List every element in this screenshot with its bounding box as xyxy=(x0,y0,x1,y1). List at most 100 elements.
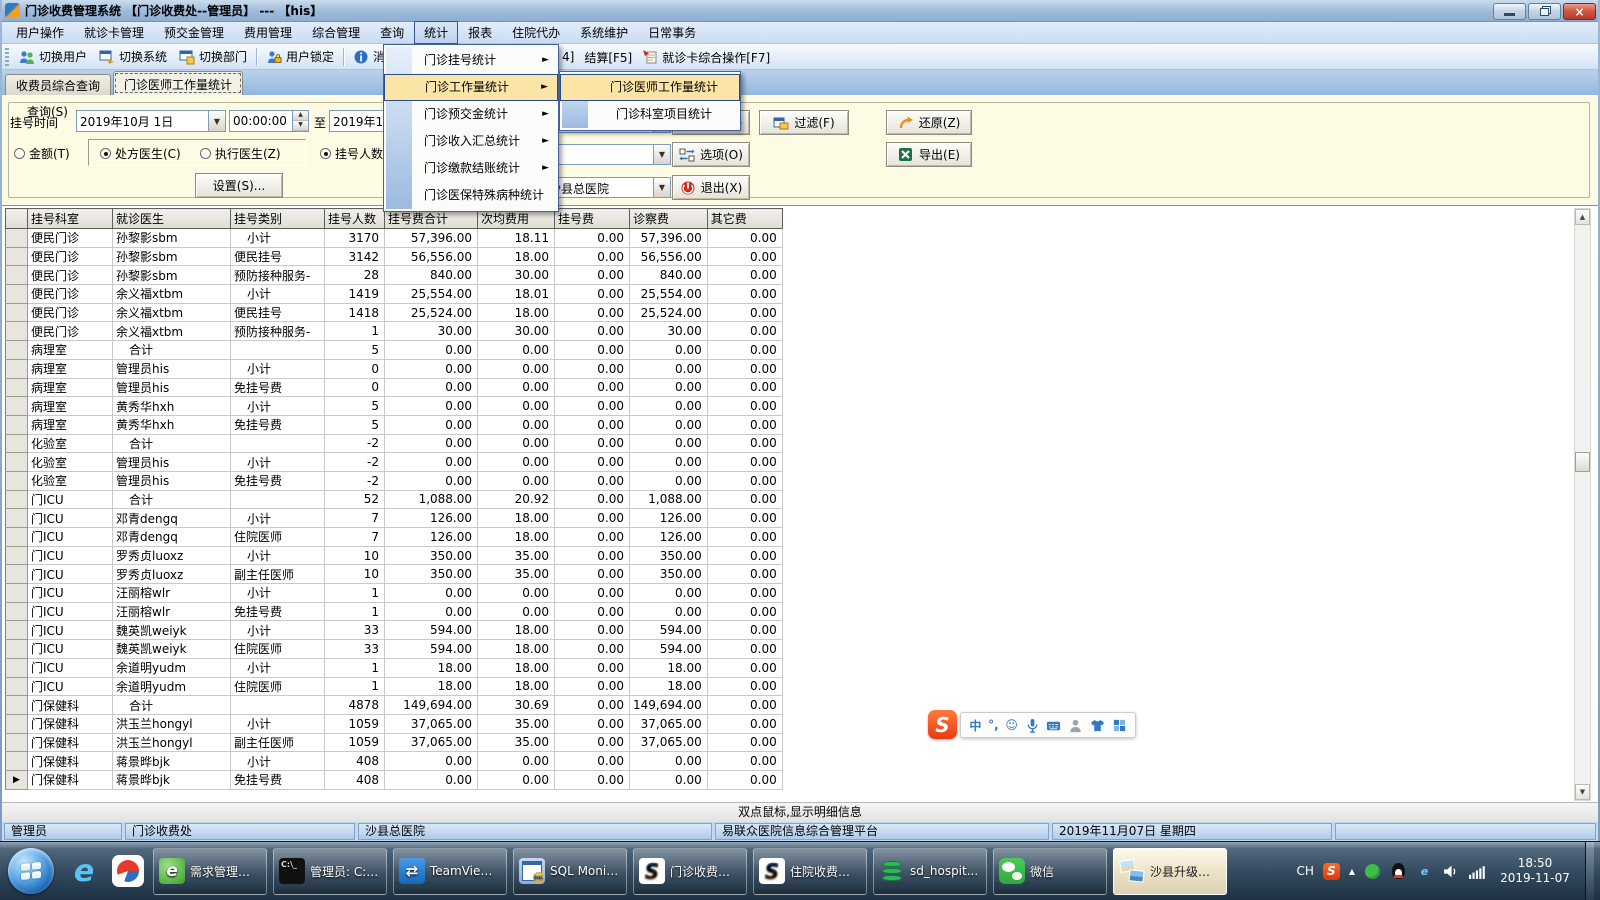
grid-cell[interactable]: 0.00 xyxy=(554,247,630,267)
grid-cell[interactable]: 化验室 xyxy=(27,452,113,472)
grid-cell[interactable]: 门ICU xyxy=(27,490,113,510)
grid-cell[interactable]: 3142 xyxy=(324,247,385,267)
grid-cell[interactable]: 0.00 xyxy=(707,770,783,790)
grid-cell[interactable]: 罗秀贞luoxz xyxy=(112,546,231,566)
grid-cell[interactable]: 25,524.00 xyxy=(384,303,478,323)
grid-cell[interactable]: 免挂号费 xyxy=(230,471,325,491)
grid-cell[interactable]: 0.00 xyxy=(477,770,555,790)
grid-cell[interactable]: 0.00 xyxy=(384,359,478,379)
grid-cell[interactable]: 1418 xyxy=(324,303,385,323)
grid-cell[interactable]: 149,694.00 xyxy=(629,695,708,715)
grid-cell[interactable]: 0.00 xyxy=(707,695,783,715)
card-ops-button[interactable]: 就诊卡综合操作[F7] xyxy=(662,47,776,68)
grid-cell[interactable]: 0.00 xyxy=(477,359,555,379)
grid-cell[interactable]: 0.00 xyxy=(477,434,555,454)
grid-cell[interactable]: 小计 xyxy=(230,228,325,248)
grid-cell[interactable]: 0.00 xyxy=(384,602,478,622)
grid-cell[interactable]: 0.00 xyxy=(554,639,630,659)
grid-cell[interactable]: 0.00 xyxy=(384,434,478,454)
grid-cell[interactable]: 0.00 xyxy=(554,677,630,697)
grid-cell[interactable]: 57,396.00 xyxy=(629,228,708,248)
grid-cell[interactable]: 30.00 xyxy=(477,321,555,342)
grid-cell[interactable]: 126.00 xyxy=(629,508,708,528)
grid-cell[interactable]: 0.00 xyxy=(629,583,708,603)
table-row[interactable]: 化验室 合计 -2 0.00 0.00 0.00 0.00 0.00 xyxy=(5,434,783,454)
table-row[interactable]: 门ICU 邓青dengq 小计 7 126.00 18.00 0.00 126.00 0.00 xyxy=(5,508,783,528)
grid-cell[interactable]: 1 xyxy=(324,583,385,603)
microphone-icon[interactable] xyxy=(1025,718,1040,733)
grid-column-header[interactable]: 诊察费 xyxy=(629,208,708,229)
grid-cell[interactable]: 0.00 xyxy=(707,490,783,510)
grid-cell[interactable]: 3170 xyxy=(324,228,385,248)
menu-item-11[interactable]: 日常事务 xyxy=(638,21,706,44)
grid-cell[interactable]: 18.00 xyxy=(384,677,478,697)
grid-cell[interactable]: 0.00 xyxy=(554,303,630,323)
grid-cell[interactable]: 门保健科 xyxy=(27,770,113,790)
grid-cell[interactable]: 病理室 xyxy=(27,340,113,360)
table-row[interactable]: 门ICU 魏英凯weiyk 住院医师 33 594.00 18.00 0.00 594.00 0… xyxy=(5,639,783,659)
grid-cell[interactable]: 25,554.00 xyxy=(384,284,478,304)
grid-cell[interactable]: 0.00 xyxy=(554,583,630,603)
grid-cell[interactable]: 0.00 xyxy=(707,527,783,547)
grid-cell[interactable]: 1,088.00 xyxy=(384,490,478,510)
grid-column-header[interactable]: 其它费 xyxy=(706,208,783,229)
table-row[interactable]: 化验室 管理员his 小计 -2 0.00 0.00 0.00 0.00 0.00 xyxy=(5,452,783,472)
grid-cell[interactable]: 18.00 xyxy=(477,639,555,659)
table-row[interactable]: 门ICU 罗秀贞luoxz 副主任医师 10 350.00 35.00 0.00 350.00… xyxy=(5,564,783,585)
grid-cell[interactable]: 汪丽榕wlr xyxy=(112,583,231,603)
grid-cell[interactable]: 7 xyxy=(324,508,385,528)
settle-button[interactable]: 结算[F5] xyxy=(578,47,638,68)
grid-cell[interactable]: 0.00 xyxy=(707,751,783,771)
grid-cell[interactable]: 0.00 xyxy=(384,340,478,360)
grid-cell[interactable]: 0.00 xyxy=(707,658,783,678)
show-desktop-button[interactable] xyxy=(1585,841,1594,900)
grid-cell[interactable]: 0.00 xyxy=(477,452,555,472)
minimize-button[interactable] xyxy=(1493,3,1526,20)
grid-cell[interactable]: 350.00 xyxy=(629,546,708,566)
filter-button[interactable]: 过滤(F) xyxy=(759,110,849,135)
grid-cell[interactable]: 350.00 xyxy=(384,546,478,566)
grid-cell[interactable]: 18.00 xyxy=(477,658,555,678)
grid-cell[interactable]: 0 xyxy=(324,359,385,379)
spin-down-icon[interactable]: ▼ xyxy=(293,121,308,131)
toolbar-user-lock-button[interactable]: 用户锁定 xyxy=(260,46,340,67)
grid-cell[interactable]: 0.00 xyxy=(629,602,708,622)
grid-cell[interactable]: 0.00 xyxy=(629,359,708,379)
table-row[interactable]: 病理室 管理员his 免挂号费 0 0.00 0.00 0.00 0.00 0.00 xyxy=(5,378,783,398)
grid-cell[interactable]: 0.00 xyxy=(554,490,630,510)
grid-cell[interactable]: 病理室 xyxy=(27,415,113,435)
grid-cell[interactable]: 病理室 xyxy=(27,396,113,416)
grid-cell[interactable] xyxy=(230,695,325,715)
speaker-icon[interactable] xyxy=(1442,863,1459,880)
grid-cell[interactable] xyxy=(230,340,325,360)
table-row[interactable]: 门ICU 合计 52 1,088.00 20.92 0.00 1,088.00 0.00 xyxy=(5,490,783,510)
close-button[interactable]: × xyxy=(1563,3,1596,20)
grid-cell[interactable]: 5 xyxy=(324,396,385,416)
grid-cell[interactable]: 56,556.00 xyxy=(384,247,478,267)
table-row[interactable]: 便民门诊 余义福xtbm 小计 1419 25,554.00 18.01 0.00 25,55… xyxy=(5,284,783,304)
grid-cell[interactable]: 化验室 xyxy=(27,434,113,454)
grid-cell[interactable]: 52 xyxy=(324,490,385,510)
table-row[interactable]: 便民门诊 余义福xtbm 便民挂号 1418 25,524.00 18.00 0.00 25,… xyxy=(5,303,783,323)
ie-tray-icon[interactable]: e xyxy=(1416,863,1433,880)
grid-cell[interactable]: 0.00 xyxy=(477,751,555,771)
grid-cell[interactable]: 门ICU xyxy=(27,564,113,585)
grid-cell[interactable]: 0.00 xyxy=(554,527,630,547)
grid-cell[interactable]: 0.00 xyxy=(477,396,555,416)
grid-cell[interactable]: 预防接种服务- xyxy=(230,265,325,286)
qq-icon[interactable] xyxy=(1390,863,1407,880)
table-row[interactable]: 门ICU 汪丽榕wlr 小计 1 0.00 0.00 0.00 0.00 0.00 xyxy=(5,583,783,603)
grid-cell[interactable]: 0.00 xyxy=(384,583,478,603)
menu-option-2[interactable]: 门诊科室项目统计 xyxy=(560,101,740,128)
grid-cell[interactable]: 门ICU xyxy=(27,602,113,622)
grid-cell[interactable]: 合计 xyxy=(112,340,231,360)
grid-cell[interactable]: 0.00 xyxy=(707,677,783,697)
grid-cell[interactable]: 0.00 xyxy=(477,471,555,491)
grid-cell[interactable]: 0.00 xyxy=(707,303,783,323)
toolbar-switch-system-button[interactable]: 切换系统 xyxy=(93,46,173,67)
grid-cell[interactable]: 余义福xtbm xyxy=(112,303,231,323)
internet-explorer-icon[interactable]: e xyxy=(64,848,104,894)
grid-cell[interactable]: 30.00 xyxy=(384,321,478,342)
taskbar-task-wechat[interactable]: 微信 xyxy=(993,847,1107,895)
grid-cell[interactable]: 594.00 xyxy=(629,620,708,641)
